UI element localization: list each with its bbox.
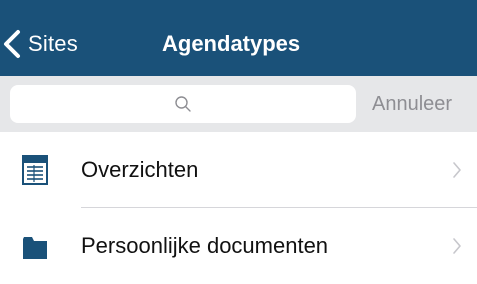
back-button[interactable]: Sites: [0, 22, 78, 66]
search-bar: Annuleer: [0, 76, 477, 132]
chevron-right-icon: [453, 238, 461, 254]
list-item-persoonlijke-documenten[interactable]: Persoonlijke documenten: [0, 208, 477, 284]
list-item-label: Persoonlijke documenten: [81, 233, 329, 258]
page-title: Agendatypes: [162, 31, 301, 56]
back-button-label: Sites: [28, 31, 78, 56]
search-input[interactable]: [10, 85, 356, 123]
cancel-button[interactable]: Annuleer: [372, 90, 452, 118]
agenda-types-list: Overzichten Persoonlijke documenten: [0, 132, 477, 284]
folder-icon: [23, 237, 47, 259]
chevron-right-icon: [453, 162, 461, 178]
document-list-icon: [22, 155, 48, 185]
list-item-overzichten[interactable]: Overzichten: [0, 132, 477, 208]
chevron-left-icon: [4, 30, 20, 58]
list-item-label: Overzichten: [81, 157, 199, 182]
navigation-bar: Sites Agendatypes: [0, 0, 477, 76]
search-field[interactable]: [10, 85, 356, 123]
